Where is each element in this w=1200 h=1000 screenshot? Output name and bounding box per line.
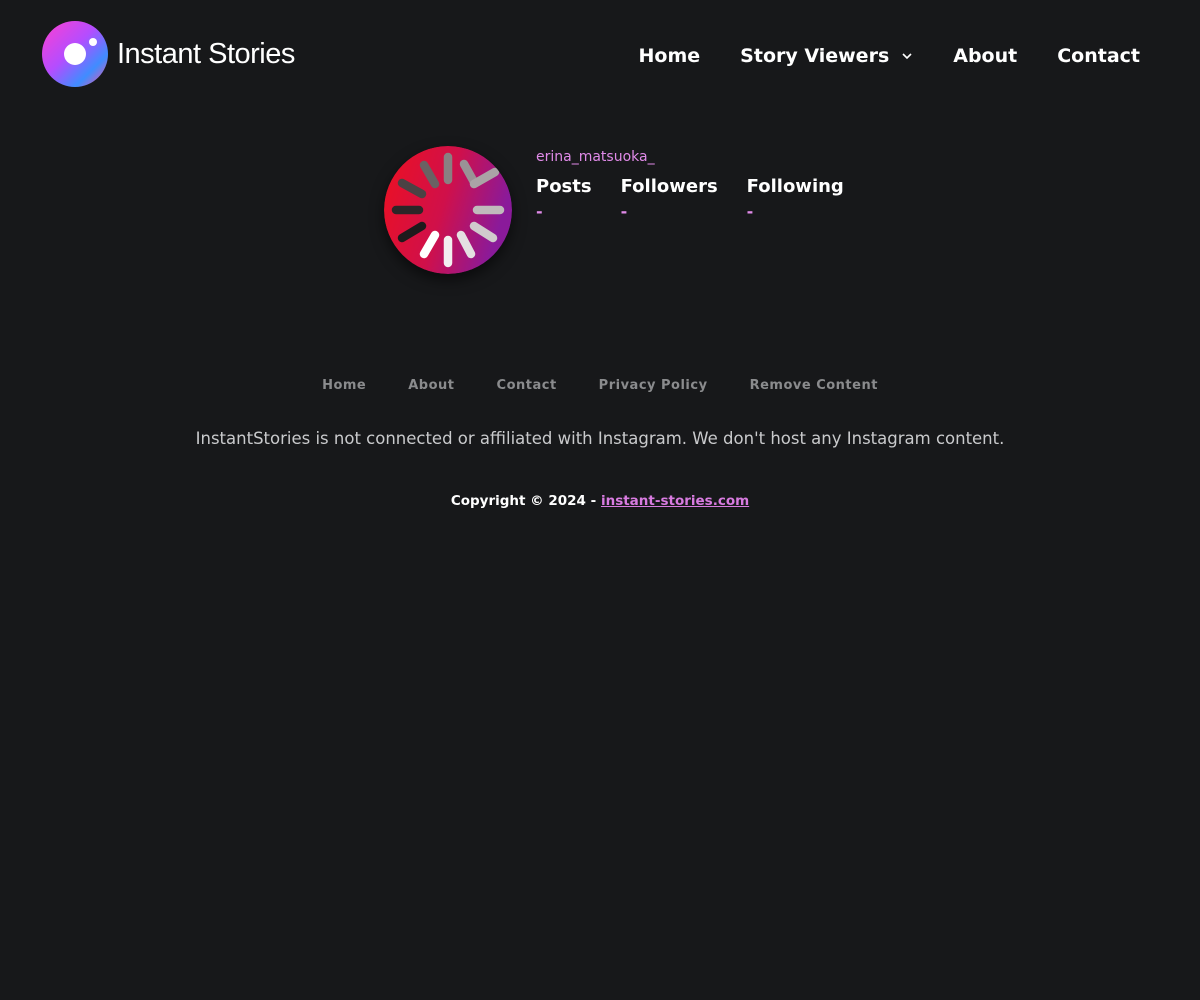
footer-link-remove-content[interactable]: Remove Content: [750, 376, 878, 396]
nav-about[interactable]: About: [953, 42, 1017, 70]
nav-home[interactable]: Home: [639, 42, 701, 70]
logo-text: Instant Stories: [117, 37, 295, 70]
stat-following: Following -: [747, 175, 844, 223]
site-logo[interactable]: Instant Stories: [42, 21, 295, 87]
nav-story-viewers-label: Story Viewers: [740, 45, 890, 67]
stat-followers: Followers -: [621, 175, 718, 223]
footer-link-privacy-policy[interactable]: Privacy Policy: [599, 376, 708, 396]
stat-followers-label: Followers: [620, 176, 718, 197]
profile-username: erina_matsuoka_: [536, 149, 655, 165]
stat-posts: Posts -: [536, 175, 592, 223]
profile-info: erina_matsuoka_ Posts - Followers - Foll…: [536, 148, 873, 223]
stat-followers-value: -: [620, 202, 628, 221]
profile-stats: Posts - Followers - Following -: [536, 175, 873, 223]
camera-lens-icon: [42, 21, 108, 87]
chevron-down-icon: [902, 53, 912, 60]
stat-posts-label: Posts: [536, 176, 592, 197]
nav-contact-label: Contact: [1057, 45, 1140, 67]
copyright-site-link[interactable]: instant-stories.com: [601, 493, 749, 509]
main-nav: Home Story Viewers About Contact: [639, 42, 1140, 70]
footer-link-home[interactable]: Home: [322, 376, 366, 396]
copyright-text: Copyright © 2024 -: [450, 493, 601, 509]
nav-contact[interactable]: Contact: [1057, 42, 1140, 70]
stat-posts-value: -: [536, 202, 543, 221]
nav-about-label: About: [953, 45, 1018, 67]
stat-following-label: Following: [746, 176, 844, 197]
footer-disclaimer: InstantStories is not connected or affil…: [195, 429, 1005, 448]
footer-link-about[interactable]: About: [408, 376, 454, 396]
site-header: Instant Stories Home Story Viewers About…: [0, 0, 1200, 110]
profile-card: erina_matsuoka_ Posts - Followers - Foll…: [384, 146, 873, 274]
avatar: [384, 146, 512, 274]
footer-link-contact[interactable]: Contact: [497, 376, 557, 396]
footer-copyright: Copyright © 2024 - instant-stories.com: [0, 491, 1200, 511]
nav-story-viewers[interactable]: Story Viewers: [740, 42, 913, 70]
stat-following-value: -: [746, 202, 754, 221]
footer-nav: Home About Contact Privacy Policy Remove…: [0, 376, 1200, 396]
nav-home-label: Home: [638, 45, 701, 67]
